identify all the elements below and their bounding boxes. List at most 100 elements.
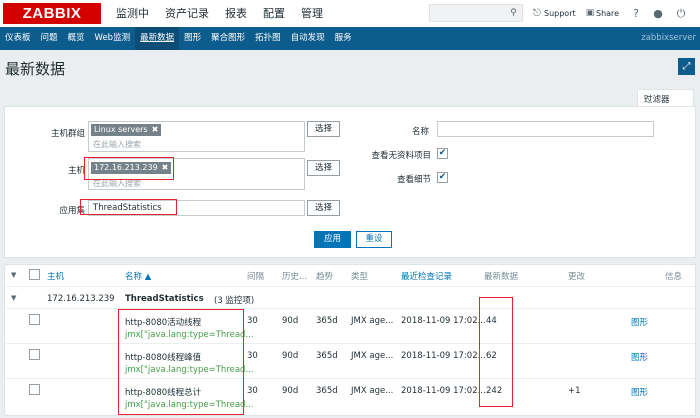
apply-button[interactable]: 应用 <box>314 231 351 248</box>
host-group-placeholder: 在此输入搜索 <box>93 140 141 149</box>
item-interval: 30 <box>247 386 258 396</box>
host-group-label: 主机群组 <box>50 129 85 139</box>
search-icon[interactable]: ⚲ <box>508 8 519 19</box>
menu-reports[interactable]: 报表 <box>217 0 255 27</box>
support-icon[interactable]: ⎋ <box>532 0 542 27</box>
menu-monitoring[interactable]: 监测中 <box>108 0 157 27</box>
host-label: 主机 <box>67 166 85 176</box>
host-select-button[interactable]: 选择 <box>307 160 340 176</box>
name-input[interactable] <box>437 121 654 137</box>
col-info: 信息 <box>665 272 683 282</box>
show-details-checkbox[interactable]: ✔ <box>437 172 448 183</box>
menu-inventory[interactable]: 资产记录 <box>157 0 217 27</box>
col-host[interactable]: 主机 <box>47 270 64 282</box>
item-type: JMX age... <box>351 316 394 326</box>
submenu-problems[interactable]: 问题 <box>36 27 63 50</box>
item-type: JMX age... <box>351 386 394 396</box>
fullscreen-button[interactable]: ⤢ <box>678 58 695 75</box>
page-title: 最新数据 <box>5 60 66 78</box>
item-last-check: 2018-11-09 17:02... <box>401 351 486 361</box>
share-icon[interactable]: ▣ <box>585 0 595 27</box>
item-interval: 30 <box>247 351 258 361</box>
support-link[interactable]: Support <box>544 0 576 27</box>
annotation-application-highlight <box>80 199 177 215</box>
item-trends: 365d <box>316 351 338 361</box>
select-all-checkbox[interactable] <box>29 269 40 280</box>
filter-tab[interactable]: 过滤器 ▿ <box>637 89 694 107</box>
submenu-screens[interactable]: 聚合图形 <box>206 27 250 50</box>
annotation-host-highlight <box>84 157 174 180</box>
reset-button[interactable]: 重设 <box>356 231 392 248</box>
sub-menu: 仪表板 问题 概览 Web监测 最新数据 图形 聚合图形 拓扑图 自动发现 服务 <box>0 27 357 50</box>
share-link[interactable]: Share <box>596 0 619 27</box>
row-checkbox[interactable] <box>29 384 40 395</box>
main-menu: 监测中 资产记录 报表 配置 管理 <box>108 0 331 27</box>
application-select-button[interactable]: 选择 <box>307 200 340 216</box>
show-no-data-checkbox[interactable]: ✔ <box>437 148 448 159</box>
top-bar: ZABBIX 监测中 资产记录 报表 配置 管理 ⚲ ⎋ Support ▣ S… <box>0 0 700 27</box>
server-name: zabbixserver <box>641 33 696 43</box>
item-change: +1 <box>568 386 581 396</box>
item-trends: 365d <box>316 316 338 326</box>
show-no-data-label: 查看无资料项目 <box>371 151 431 161</box>
latest-data-table: ▼ 主机 名称 ▲ 间隔 历史... 趋势 类型 最近检查记录 最新数据 更改 … <box>4 264 696 416</box>
submenu-services[interactable]: 服务 <box>330 27 357 50</box>
item-history: 90d <box>282 316 299 326</box>
item-last-check: 2018-11-09 17:02... <box>401 316 486 326</box>
host-group-tag: Linux servers ✖ <box>91 124 162 136</box>
row-checkbox[interactable] <box>29 314 40 325</box>
group-item-count: (3 监控项) <box>214 296 255 306</box>
group-divider <box>5 308 695 309</box>
application-label: 应用集 <box>59 206 85 216</box>
group-application: ThreadStatistics <box>125 294 204 304</box>
col-last-value: 最新数据 <box>484 272 519 282</box>
item-trends: 365d <box>316 386 338 396</box>
submenu-web[interactable]: Web监测 <box>90 27 136 50</box>
menu-configuration[interactable]: 配置 <box>255 0 293 27</box>
col-last-check[interactable]: 最近检查记录 <box>401 270 452 282</box>
host-group-multiselect[interactable]: Linux servers ✖ 在此输入搜索 <box>88 121 305 152</box>
group-host: 172.16.213.239 <box>47 294 115 304</box>
submenu-maps[interactable]: 拓扑图 <box>250 27 286 50</box>
item-history: 90d <box>282 351 299 361</box>
help-button[interactable]: ? <box>630 0 642 27</box>
logout-icon[interactable]: ⏻ <box>674 0 688 27</box>
sub-menu-bar: 仪表板 问题 概览 Web监测 最新数据 图形 聚合图形 拓扑图 自动发现 服务… <box>0 27 700 50</box>
col-change: 更改 <box>568 272 586 282</box>
row-divider <box>5 378 695 379</box>
annotation-values-highlight <box>479 297 513 407</box>
col-history: 历史... <box>282 272 308 282</box>
submenu-dashboard[interactable]: 仪表板 <box>0 27 36 50</box>
submenu-discovery[interactable]: 自动发现 <box>286 27 330 50</box>
item-history: 90d <box>282 386 299 396</box>
graph-link[interactable]: 图形 <box>631 386 648 398</box>
submenu-latest-data[interactable]: 最新数据 <box>135 27 180 50</box>
header-divider <box>5 286 695 287</box>
global-search-input[interactable]: ⚲ <box>429 4 523 22</box>
show-details-label: 查看细节 <box>396 175 431 185</box>
submenu-graphs[interactable]: 图形 <box>179 27 206 50</box>
user-profile-icon[interactable]: ● <box>652 0 664 27</box>
col-name[interactable]: 名称 ▲ <box>125 270 151 282</box>
graph-link[interactable]: 图形 <box>631 316 648 328</box>
filter-panel: 主机群组 Linux servers ✖ 在此输入搜索 选择 主机 172.16.… <box>4 106 696 258</box>
submenu-overview[interactable]: 概览 <box>63 27 90 50</box>
zabbix-logo[interactable]: ZABBIX <box>3 3 101 24</box>
host-group-select-button[interactable]: 选择 <box>307 121 340 137</box>
col-type: 类型 <box>351 272 369 282</box>
menu-administration[interactable]: 管理 <box>293 0 331 27</box>
expand-icon: ⤢ <box>682 61 691 72</box>
item-type: JMX age... <box>351 351 394 361</box>
item-interval: 30 <box>247 316 258 326</box>
collapse-group-icon[interactable]: ▼ <box>11 294 16 302</box>
col-interval: 间隔 <box>247 272 265 282</box>
remove-tag-icon[interactable]: ✖ <box>152 125 159 134</box>
filter-icon: ▿ <box>644 93 649 103</box>
name-label: 名称 <box>411 127 429 137</box>
row-checkbox[interactable] <box>29 349 40 360</box>
col-trends: 趋势 <box>316 272 334 282</box>
row-divider <box>5 343 695 344</box>
collapse-all-icon[interactable]: ▼ <box>11 271 16 279</box>
graph-link[interactable]: 图形 <box>631 351 648 363</box>
annotation-item-names-highlight <box>118 309 244 415</box>
